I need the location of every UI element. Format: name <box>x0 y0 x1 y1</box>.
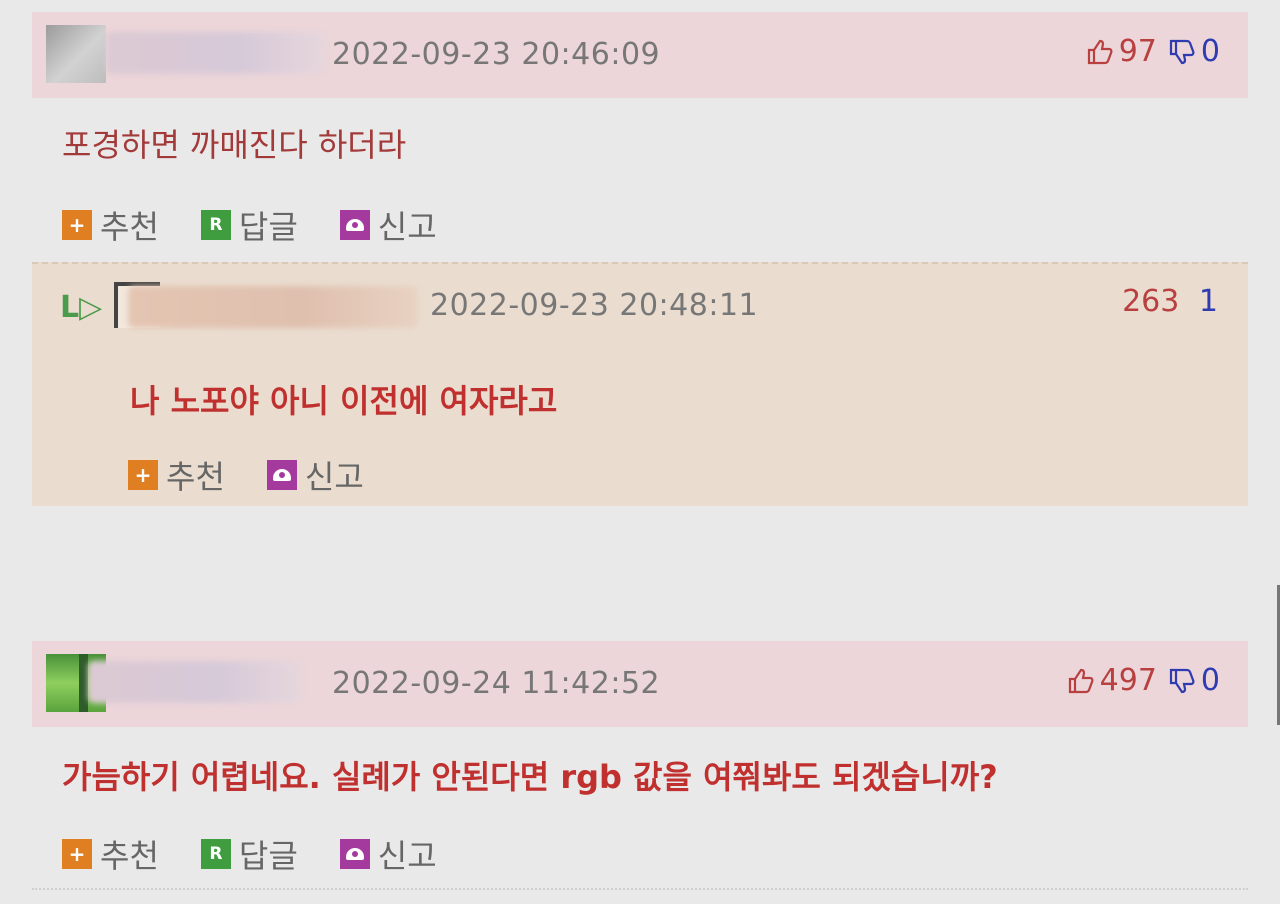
report-label: 신고 <box>304 458 364 496</box>
username-redacted[interactable] <box>88 661 302 703</box>
comment-2-header: 2022-09-24 11:42:52 497 0 <box>32 641 1248 727</box>
report-button[interactable]: 신고 <box>266 452 364 498</box>
report-label: 신고 <box>377 208 437 246</box>
divider <box>32 888 1248 890</box>
thumbs-down-icon[interactable] <box>1167 666 1197 696</box>
vote-counts: 97 0 <box>1085 34 1220 69</box>
downvote-count: 0 <box>1200 663 1220 698</box>
plus-icon: + <box>62 839 92 869</box>
reply-icon: R <box>200 210 231 240</box>
siren-icon <box>339 839 370 869</box>
report-button[interactable]: 신고 <box>339 831 437 877</box>
recommend-button[interactable]: + 추천 <box>128 452 225 498</box>
siren-icon <box>339 210 370 240</box>
reply-actions: + 추천 신고 <box>128 452 406 498</box>
comment-1-header: 2022-09-23 20:46:09 97 0 <box>32 12 1248 98</box>
recommend-button[interactable]: + 추천 <box>62 831 159 877</box>
recommend-label: 추천 <box>100 837 159 875</box>
recommend-button[interactable]: + 추천 <box>62 202 159 248</box>
comment-text: 포경하면 까매진다 하더라 <box>62 126 407 164</box>
thumbs-up-icon[interactable] <box>1066 666 1096 696</box>
reply-button[interactable]: R 답글 <box>200 202 298 248</box>
upvote-count: 497 <box>1099 663 1157 698</box>
comment-actions: + 추천 R 답글 신고 <box>62 202 479 248</box>
comment-text: 가늠하기 어렵네요. 실례가 안된다면 rgb 값을 여쭤봐도 되겠습니까? <box>62 758 998 796</box>
reply-timestamp: 2022-09-23 20:48:11 <box>430 288 759 323</box>
reply-label: 답글 <box>238 837 298 875</box>
username-redacted[interactable] <box>106 32 326 74</box>
comment-timestamp: 2022-09-23 20:46:09 <box>332 37 661 72</box>
plus-icon: + <box>62 210 92 240</box>
comment-actions: + 추천 R 답글 신고 <box>62 831 479 877</box>
reply-arrow-icon: L▷ <box>60 290 103 325</box>
thumbs-down-icon[interactable] <box>1167 37 1197 67</box>
avatar[interactable] <box>46 25 106 83</box>
upvote-count: 263 <box>1122 284 1180 319</box>
siren-icon <box>266 460 297 490</box>
reply-text: 나 노포야 아니 이전에 여자라고 <box>130 382 558 420</box>
report-label: 신고 <box>377 837 437 875</box>
plus-icon: + <box>128 460 158 490</box>
recommend-label: 추천 <box>166 458 225 496</box>
vote-counts: 497 0 <box>1066 663 1220 698</box>
downvote-count: 0 <box>1200 34 1220 69</box>
username-redacted[interactable] <box>128 286 418 328</box>
reply-icon: R <box>200 839 231 869</box>
thumbs-up-icon[interactable] <box>1085 37 1115 67</box>
comment-timestamp: 2022-09-24 11:42:52 <box>332 666 661 701</box>
vote-counts: 263 1 <box>1122 284 1218 319</box>
reply-comment: L▷ 2022-09-23 20:48:11 263 1 나 노포야 아니 이전… <box>32 262 1248 506</box>
reply-button[interactable]: R 답글 <box>200 831 298 877</box>
report-button[interactable]: 신고 <box>339 202 437 248</box>
reply-label: 답글 <box>238 208 298 246</box>
downvote-count: 1 <box>1198 284 1218 319</box>
upvote-count: 97 <box>1118 34 1157 69</box>
recommend-label: 추천 <box>100 208 159 246</box>
